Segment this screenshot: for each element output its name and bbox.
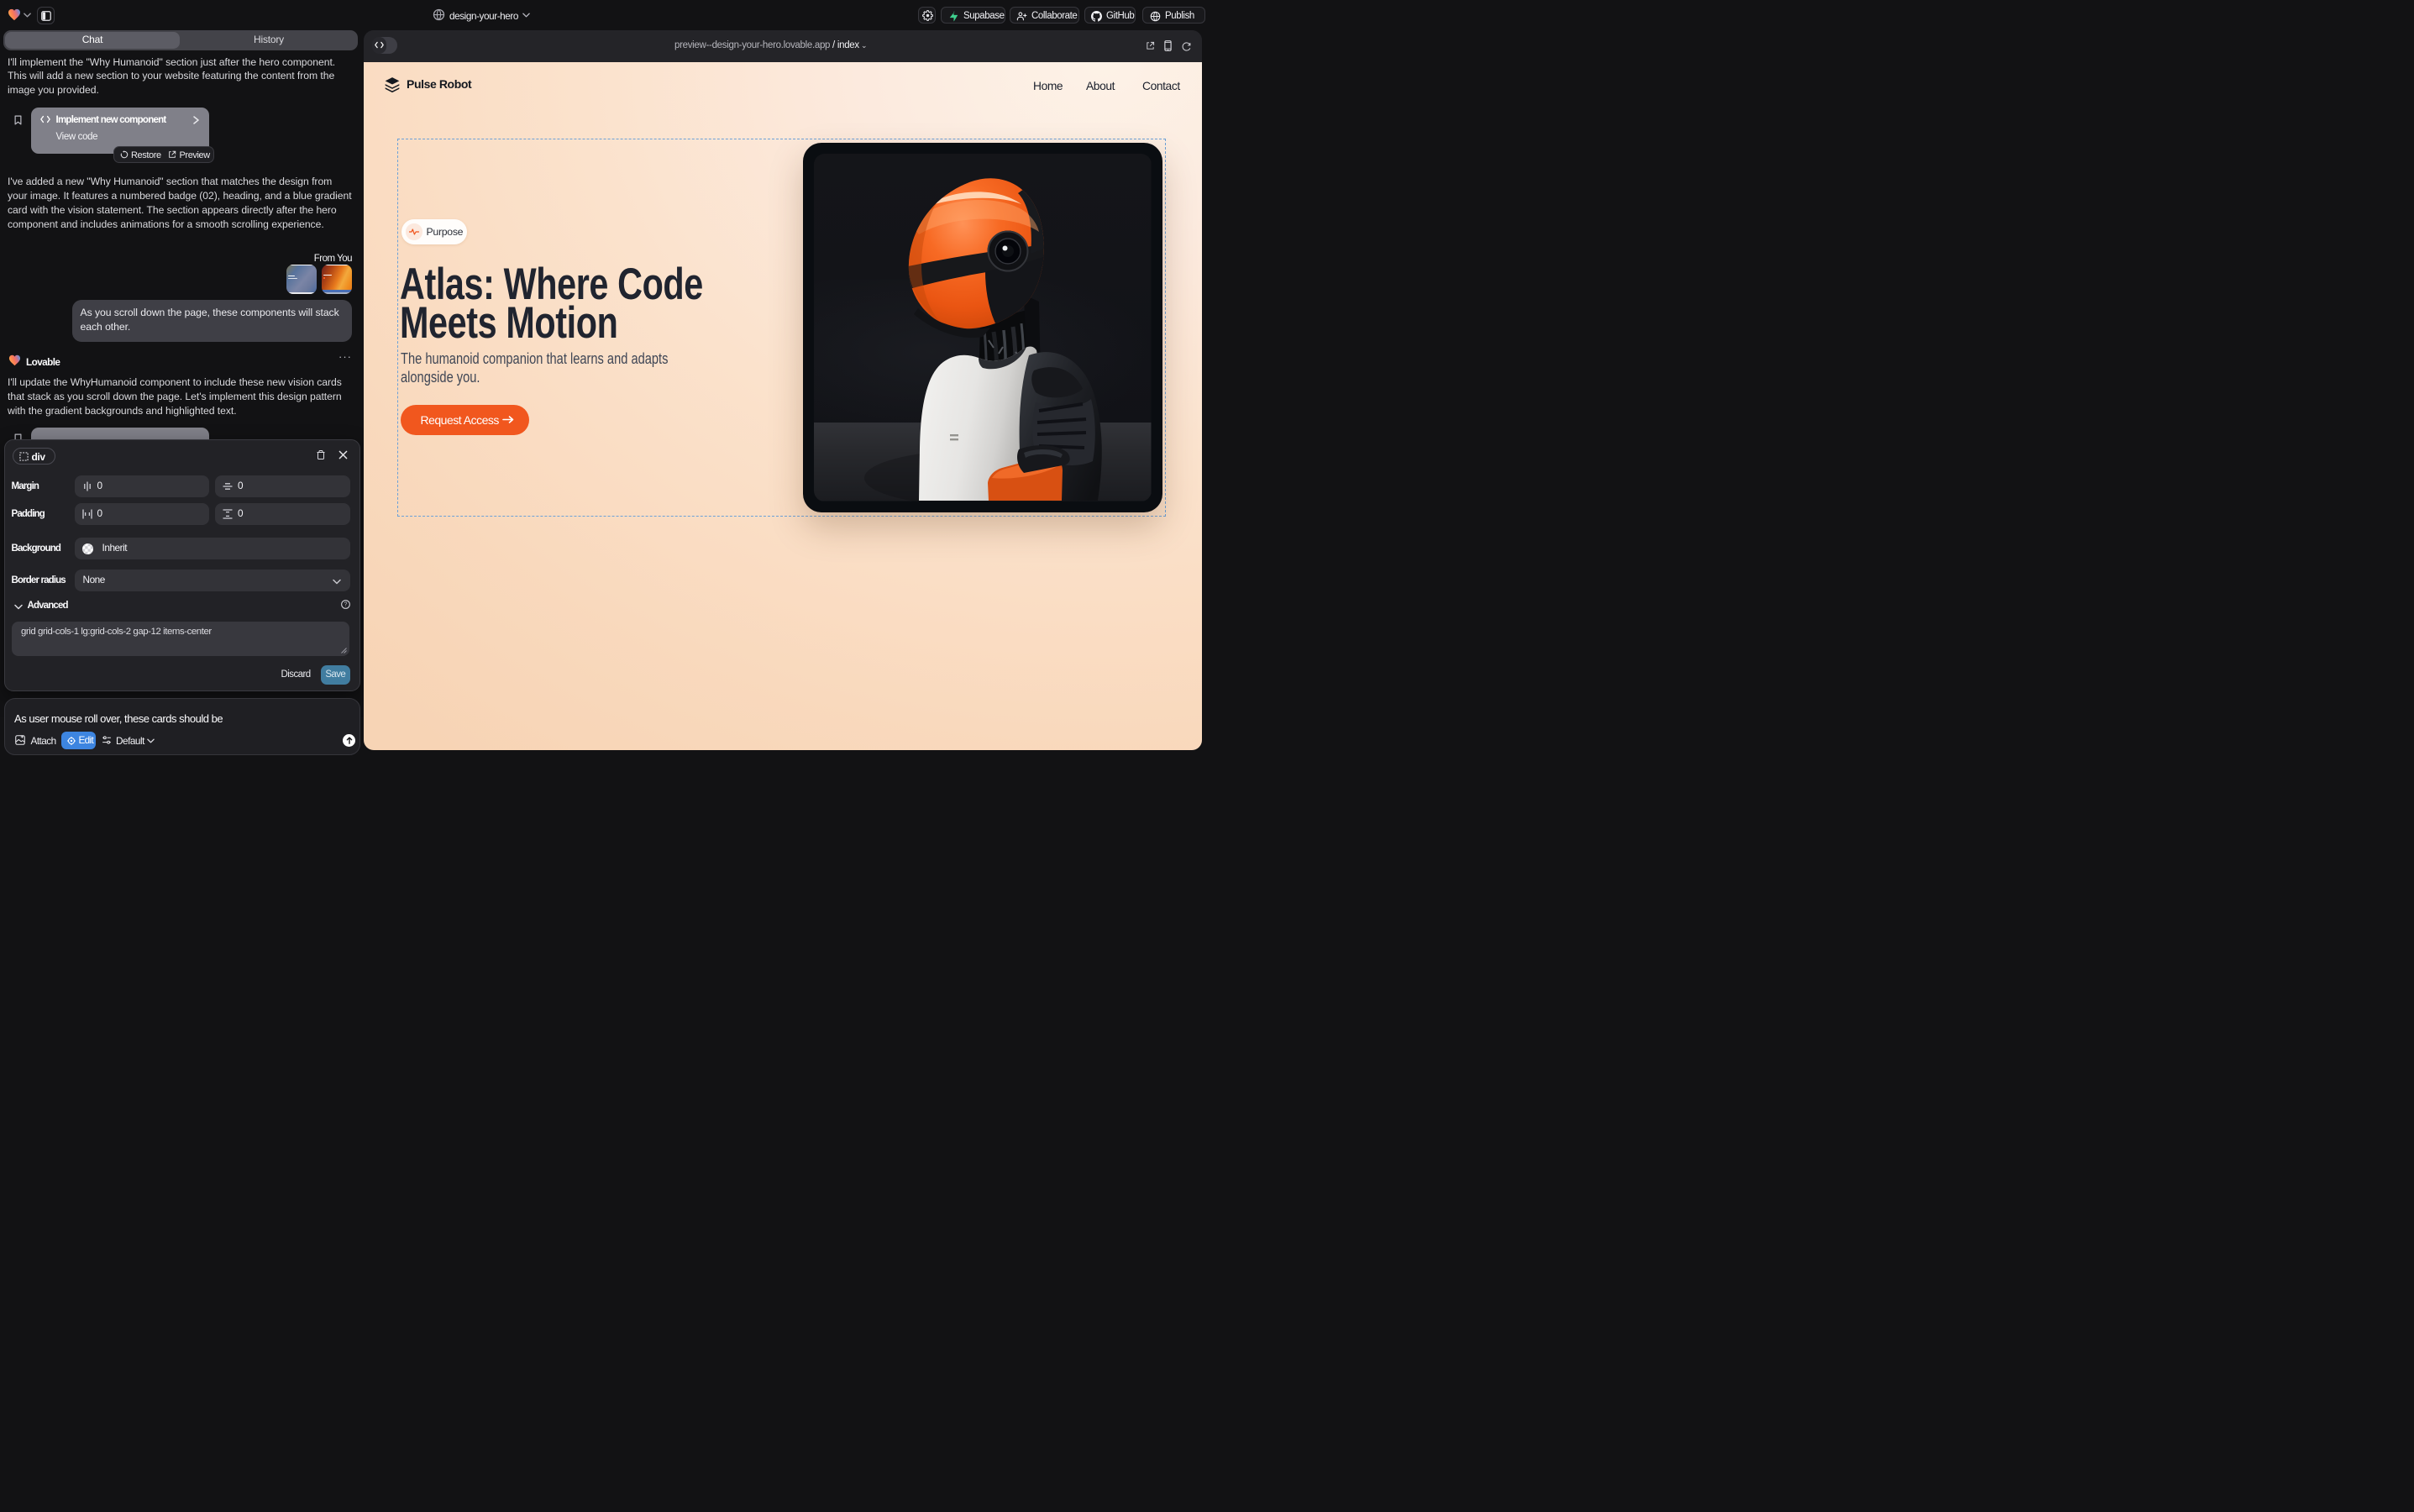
svg-text:?: ? — [344, 602, 347, 608]
